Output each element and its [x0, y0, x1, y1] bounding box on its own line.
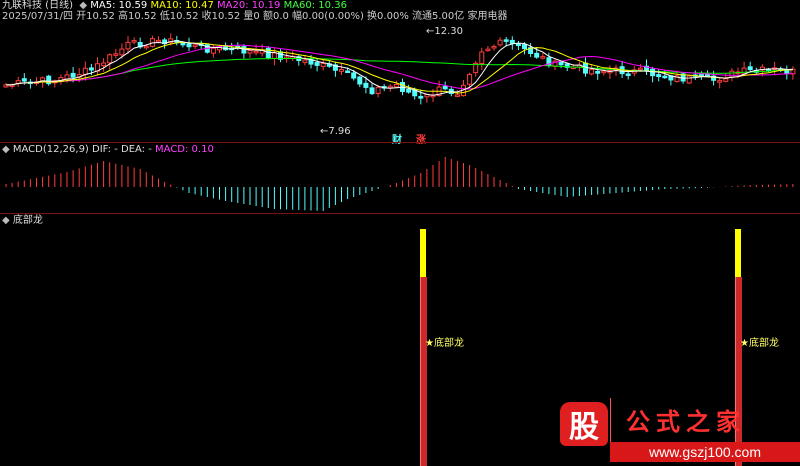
candle — [247, 49, 253, 54]
candle — [210, 47, 216, 54]
candle — [522, 44, 527, 50]
signal-label: ★底部龙 — [740, 338, 779, 349]
candle — [717, 80, 723, 83]
candle — [357, 76, 363, 85]
signal-bar-top — [420, 229, 426, 277]
candle — [442, 85, 448, 90]
candle — [351, 72, 357, 79]
signal-bar-top — [735, 229, 741, 277]
candle — [650, 68, 656, 77]
candle — [741, 67, 747, 75]
signal-label: ★底部龙 — [425, 338, 464, 349]
candle — [625, 73, 631, 76]
candle — [393, 84, 399, 88]
candle — [156, 39, 161, 43]
logo-text: 股 — [569, 410, 599, 445]
candle — [705, 73, 710, 77]
candle — [131, 40, 137, 43]
candle — [387, 85, 393, 89]
candle — [101, 62, 107, 67]
candle — [723, 78, 729, 82]
candle — [662, 75, 668, 79]
candle — [558, 61, 564, 66]
candle — [497, 39, 503, 46]
candle — [271, 52, 277, 59]
site-url: www.gszj100.com — [610, 442, 800, 462]
candle — [454, 94, 460, 97]
candle — [601, 70, 607, 74]
candle — [418, 95, 424, 99]
price-kline-chart[interactable] — [0, 0, 800, 142]
candle — [113, 53, 119, 56]
macd-histogram-chart[interactable] — [0, 143, 800, 213]
candle — [375, 86, 381, 94]
candle — [369, 87, 375, 95]
candle — [485, 48, 491, 52]
candle — [302, 59, 308, 63]
candle — [729, 70, 735, 78]
candle — [503, 39, 509, 42]
candle — [540, 56, 546, 59]
candle — [406, 88, 412, 93]
panel-divider — [0, 213, 800, 214]
candle — [589, 69, 595, 75]
candle — [320, 62, 326, 67]
candle — [82, 67, 88, 75]
indicator-header: ◆ 底部龙 — [2, 215, 43, 227]
candle — [21, 78, 27, 82]
candle — [88, 67, 94, 71]
candle — [686, 75, 692, 84]
candle — [637, 67, 643, 71]
candle — [125, 41, 131, 50]
candle — [186, 43, 192, 48]
candle — [119, 48, 125, 56]
candle — [241, 46, 247, 54]
candle — [363, 82, 369, 88]
candle — [339, 69, 344, 72]
candle — [595, 71, 601, 74]
candle — [491, 45, 497, 49]
candle — [479, 51, 485, 65]
candle — [107, 54, 113, 64]
candle — [180, 42, 186, 46]
candle — [412, 89, 418, 97]
settings-icon[interactable]: ◆ — [2, 215, 10, 226]
indicator-title[interactable]: 底部龙 — [13, 215, 43, 226]
site-name: 公式之家 — [626, 407, 746, 436]
signal-bar-body — [420, 277, 427, 466]
candle — [656, 74, 662, 78]
low-price-label: ←7.96 — [320, 126, 351, 137]
high-price-label: ←12.30 — [426, 26, 464, 37]
logo-badge: 股 — [560, 402, 608, 446]
watermark: 股 公式之家 www.gszj100.com — [550, 396, 800, 466]
candle — [345, 70, 351, 74]
candle — [314, 62, 320, 66]
candle — [70, 72, 76, 78]
candle — [143, 45, 149, 49]
candle — [467, 73, 473, 85]
candle — [509, 39, 515, 44]
candle — [253, 50, 259, 54]
stock-chart-window: { "header": { "stock_title": "九联科技 (日线)"… — [0, 0, 800, 466]
candle — [192, 44, 198, 47]
candle — [515, 43, 521, 47]
candle — [534, 52, 540, 58]
candle — [747, 66, 753, 71]
